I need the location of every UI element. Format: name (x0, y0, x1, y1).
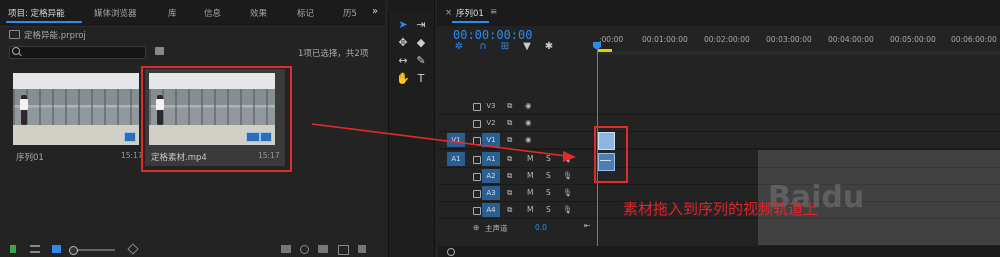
annotation-text: 素材拖入到序列的视频轨道上 (623, 200, 819, 218)
annotation-arrow (311, 123, 576, 162)
timeline-scrollbar[interactable] (438, 246, 1000, 257)
scrollbar-handle[interactable] (447, 248, 455, 256)
